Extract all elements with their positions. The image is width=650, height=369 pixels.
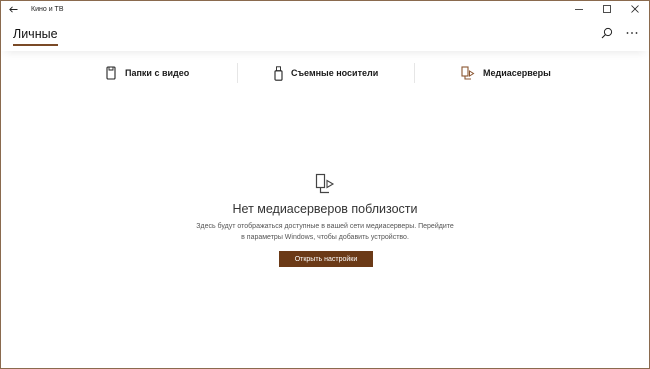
app-title: Кино и ТВ: [31, 5, 64, 13]
pivot-personal[interactable]: Личные: [13, 27, 58, 41]
tab-removable-media[interactable]: Съемные носители: [274, 59, 378, 87]
empty-state-title: Нет медиасерверов поблизости: [232, 202, 418, 216]
minimize-icon: [575, 9, 583, 10]
media-server-icon: [461, 66, 475, 80]
open-settings-button[interactable]: Открыть настройки: [279, 251, 373, 267]
more-icon: [626, 32, 638, 34]
maximize-button[interactable]: [593, 1, 621, 17]
empty-state-description-line2: в параметры Windows, чтобы добавить устр…: [241, 234, 409, 241]
app-window: Кино и ТВ Личные Папки с видео Съемные н…: [0, 0, 650, 369]
tab-media-servers-label: Медиасерверы: [483, 68, 551, 78]
tab-video-folders-label: Папки с видео: [125, 68, 190, 78]
source-tabs: Папки с видео Съемные носители Медиасерв…: [1, 59, 649, 87]
header: Личные: [1, 17, 649, 51]
tab-media-servers[interactable]: Медиасерверы: [461, 59, 551, 87]
back-arrow-icon: [8, 5, 17, 13]
tab-removable-media-label: Съемные носители: [291, 68, 379, 78]
minimize-button[interactable]: [565, 1, 593, 17]
empty-state-description: Здесь будут отображаться доступные в ваш…: [1, 221, 649, 243]
maximize-icon: [603, 5, 611, 13]
tab-divider: [414, 63, 415, 83]
pivot-underline: [13, 44, 58, 46]
search-button[interactable]: [597, 23, 617, 43]
title-bar: Кино и ТВ: [1, 1, 649, 17]
usb-drive-icon: [274, 65, 283, 81]
back-button[interactable]: [1, 1, 25, 17]
more-options-button[interactable]: [622, 23, 642, 43]
tab-divider: [237, 63, 238, 83]
empty-state-description-line1: Здесь будут отображаться доступные в ваш…: [196, 223, 454, 230]
window-controls: [565, 1, 649, 17]
phone-folder-icon: [106, 66, 116, 80]
tab-video-folders[interactable]: Папки с видео: [106, 59, 189, 87]
empty-state-icon-wrap: [1, 173, 649, 195]
search-icon: [601, 27, 613, 39]
close-icon: [631, 5, 639, 13]
media-server-icon: [315, 173, 335, 194]
close-button[interactable]: [621, 1, 649, 17]
